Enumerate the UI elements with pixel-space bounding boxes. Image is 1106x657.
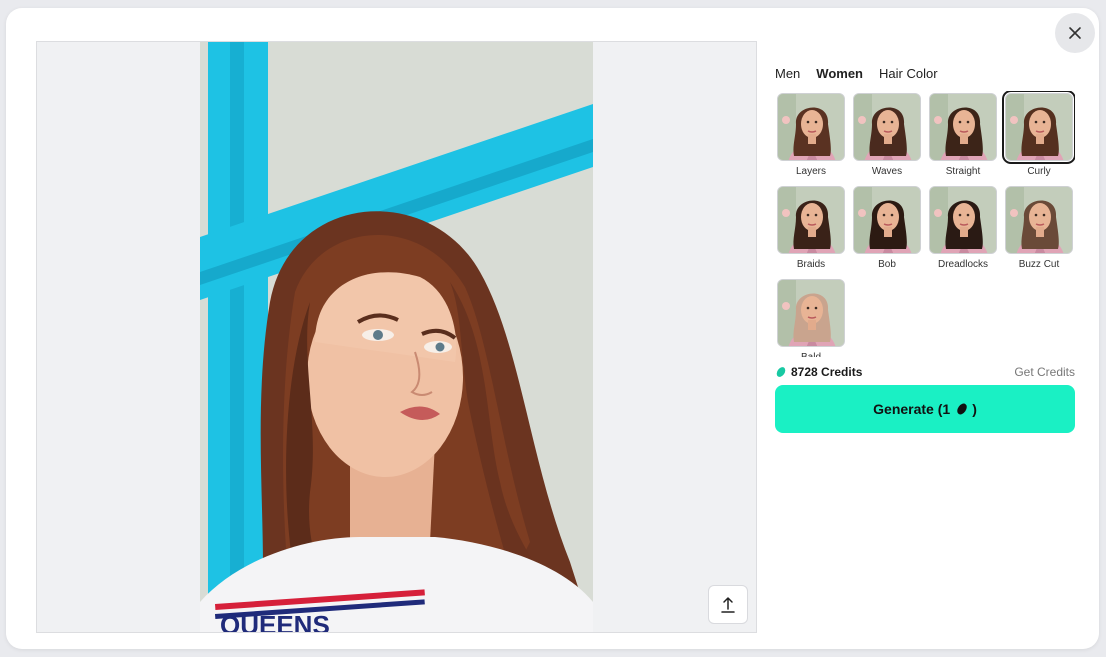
hairstyle-thumbnail xyxy=(853,186,921,254)
hairstyle-thumbnail xyxy=(1005,186,1073,254)
hairstyle-preview-image xyxy=(854,187,920,253)
uploaded-portrait-photo: QUEENS xyxy=(200,42,593,632)
close-button[interactable] xyxy=(1055,13,1095,53)
hairstyle-option[interactable]: Bald xyxy=(777,279,845,357)
hairstyle-label: Bald xyxy=(777,351,845,357)
tab-hair-color[interactable]: Hair Color xyxy=(879,66,938,81)
hairstyle-preview-image xyxy=(1006,187,1072,253)
hairstyle-option[interactable]: Waves xyxy=(853,93,921,178)
hairstyle-label: Dreadlocks xyxy=(937,259,989,270)
hairstyle-preview-image xyxy=(1006,94,1072,160)
hairstyle-label: Straight xyxy=(945,166,981,177)
hairstyle-option[interactable]: Straight xyxy=(929,93,997,178)
hairstyle-option[interactable]: Buzz Cut xyxy=(1005,186,1073,271)
upload-button[interactable] xyxy=(708,585,748,624)
hairstyle-label: Waves xyxy=(871,166,903,177)
hairstyle-grid-scroll[interactable]: Layers Waves Straight Curly Braids Bob Dreadlo… xyxy=(775,91,1075,357)
category-tabs: Men Women Hair Color xyxy=(775,60,1075,86)
hairstyle-thumbnail xyxy=(1002,91,1075,164)
hairstyle-option[interactable]: Layers xyxy=(777,93,845,178)
hairstyle-label: Buzz Cut xyxy=(1018,259,1060,270)
credits-amount: 8728 Credits xyxy=(791,365,863,379)
hairstyle-thumbnail xyxy=(777,186,845,254)
hairstyle-option[interactable]: Curly xyxy=(1002,91,1075,178)
svg-text:QUEENS: QUEENS xyxy=(220,610,330,632)
hairstyle-preview-image xyxy=(778,187,844,253)
hairstyle-option[interactable]: Bob xyxy=(853,186,921,271)
hairstyle-thumbnail xyxy=(777,93,845,161)
hairstyle-preview-image xyxy=(778,280,844,346)
hairstyle-preview-image xyxy=(778,94,844,160)
generate-label-suffix: ) xyxy=(972,401,977,417)
hairstyle-thumbnail xyxy=(777,279,845,347)
hairstyle-panel: Men Women Hair Color Layers Waves Straight… xyxy=(775,60,1075,433)
hairstyle-preview-image xyxy=(930,187,996,253)
hairstyle-thumbnail xyxy=(853,93,921,161)
generate-label: Generate (1 xyxy=(873,401,951,417)
hairstyle-preview-image xyxy=(854,94,920,160)
credit-coin-icon xyxy=(957,403,967,415)
hairstyle-preview-image xyxy=(930,94,996,160)
upload-icon xyxy=(721,596,735,613)
hairstyle-thumbnail xyxy=(929,186,997,254)
tab-men[interactable]: Men xyxy=(775,66,800,81)
image-preview-area: QUEENS xyxy=(36,41,757,633)
hairstyle-option[interactable]: Braids xyxy=(777,186,845,271)
credits-row: 8728 Credits Get Credits xyxy=(775,363,1075,381)
credits-balance: 8728 Credits xyxy=(775,365,862,379)
hairstyle-option[interactable]: Dreadlocks xyxy=(929,186,997,271)
generate-button[interactable]: Generate (1 ) xyxy=(775,385,1075,433)
close-icon xyxy=(1069,27,1081,39)
hairstyle-label: Layers xyxy=(795,166,826,177)
hairstyle-label: Bob xyxy=(878,259,896,270)
hairstyle-label: Curly xyxy=(1027,166,1051,177)
hairstyle-thumbnail xyxy=(929,93,997,161)
tab-women[interactable]: Women xyxy=(816,66,863,81)
get-credits-link[interactable]: Get Credits xyxy=(1014,365,1075,379)
hairstyle-label: Braids xyxy=(796,259,826,270)
hairstyle-grid: Layers Waves Straight Curly Braids Bob Dreadlo… xyxy=(775,91,1075,357)
credit-coin-icon xyxy=(776,367,786,377)
portrait-image: QUEENS xyxy=(200,42,593,632)
